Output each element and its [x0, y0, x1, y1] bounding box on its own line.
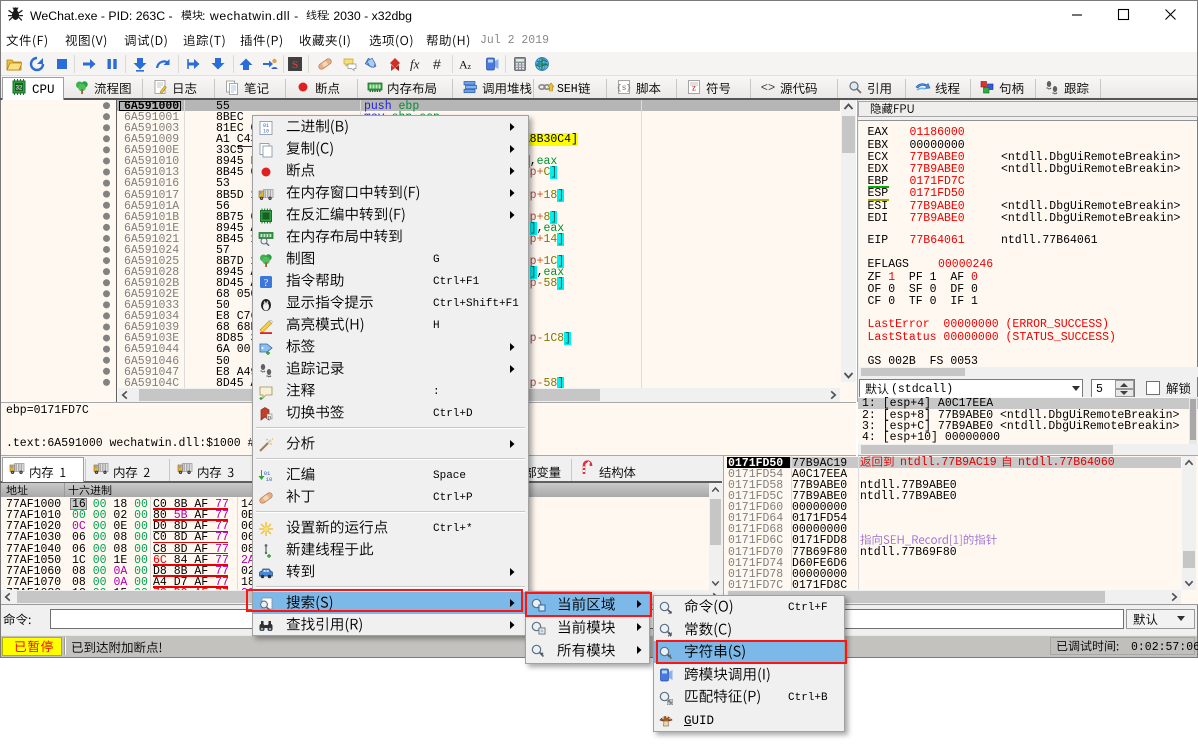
- svg-text:S: S: [292, 59, 298, 71]
- svg-text:{s}: {s}: [617, 84, 631, 93]
- svg-text:z: z: [692, 83, 696, 93]
- svg-text:?: ?: [264, 278, 269, 289]
- svg-text:#: #: [668, 630, 673, 638]
- svg-text:*: *: [540, 651, 543, 659]
- svg-text:z: z: [468, 62, 472, 71]
- svg-text:10: 10: [266, 476, 273, 483]
- svg-text:10: 10: [263, 128, 269, 134]
- svg-text:fx: fx: [410, 57, 420, 72]
- svg-text:#: #: [433, 56, 441, 72]
- svg-text:<>: <>: [761, 81, 775, 95]
- svg-text:>: >: [668, 609, 672, 616]
